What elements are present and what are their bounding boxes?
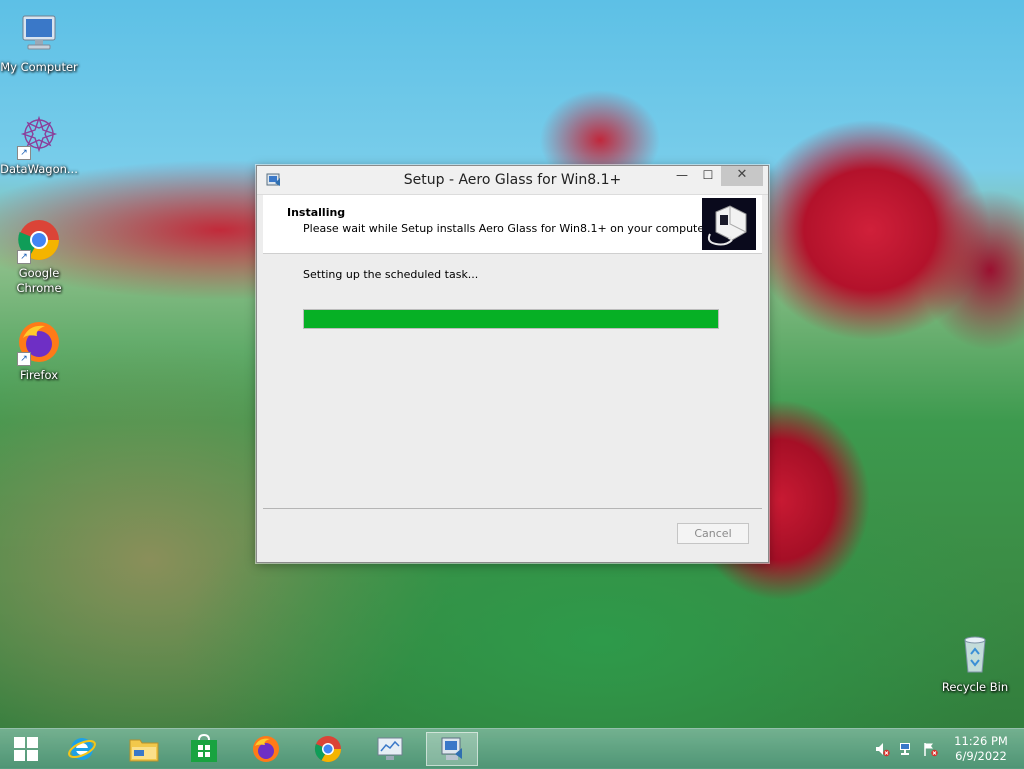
taskbar-setup[interactable] [426,732,478,766]
start-icon [14,737,38,761]
taskbar-clock[interactable]: 11:26 PM 6/9/2022 [946,734,1016,764]
close-button[interactable]: ✕ [721,166,763,186]
desktop-icon-label: Google Chrome [16,266,62,295]
wizard-header: Installing Please wait while Setup insta… [263,195,762,254]
desktop-icon-google-chrome[interactable]: ↗ Google Chrome [0,216,78,296]
network-icon[interactable] [898,741,914,757]
desktop-icon-label: My Computer [0,60,78,74]
shortcut-arrow-icon: ↗ [17,250,31,264]
wizard-content: Setting up the scheduled task... [263,254,762,508]
wizard-subheading: Please wait while Setup installs Aero Gl… [303,222,712,235]
desktop-icon-recycle-bin[interactable]: Recycle Bin [936,630,1014,695]
desktop-icon-datawagon[interactable]: ↗ DataWagon... [0,112,78,177]
store-icon [191,734,217,762]
desktop-icon-label: Recycle Bin [941,680,1009,694]
firefox-icon: ↗ [15,318,63,366]
window-titlebar[interactable]: Setup - Aero Glass for Win8.1+ — ☐ ✕ [257,166,768,195]
internet-explorer-icon [68,738,96,760]
taskbar: 11:26 PM 6/9/2022 [0,728,1024,769]
cancel-button[interactable]: Cancel [677,523,749,544]
minimize-button[interactable]: — [669,166,695,186]
taskbar-store[interactable] [178,732,230,766]
install-status-text: Setting up the scheduled task... [303,268,479,281]
desktop-icon-firefox[interactable]: ↗ Firefox [0,318,78,383]
action-center-flag-icon[interactable] [922,741,938,757]
firefox-icon [253,736,279,762]
setup-icon [441,737,462,760]
recycle-bin-icon [951,630,999,678]
chrome-icon [314,736,342,763]
progress-fill [304,310,718,328]
taskbar-firefox[interactable] [240,732,292,766]
desktop-icon-label: Firefox [19,368,59,382]
computer-icon [15,10,63,58]
file-explorer-icon [129,739,159,762]
desktop-icon-my-computer[interactable]: My Computer [0,10,78,75]
footer-divider [263,508,762,509]
setup-window[interactable]: Setup - Aero Glass for Win8.1+ — ☐ ✕ Ins… [256,165,769,563]
taskbar-chrome[interactable] [302,732,354,766]
volume-muted-icon[interactable] [874,741,890,757]
clock-time: 11:26 PM [954,734,1008,748]
install-progress-bar [303,309,719,329]
desktop-icon-label: DataWagon... [0,162,78,176]
installer-computer-icon [702,198,756,250]
taskbar-monitor-app[interactable] [364,732,416,766]
chrome-icon: ↗ [15,216,63,264]
shortcut-arrow-icon: ↗ [17,146,31,160]
clock-date: 6/9/2022 [955,749,1007,763]
maximize-button[interactable]: ☐ [695,166,721,186]
wizard-heading: Installing [287,206,346,219]
taskbar-internet-explorer[interactable] [56,732,108,766]
shortcut-arrow-icon: ↗ [17,352,31,366]
datawagon-icon: ↗ [15,112,63,160]
start-button[interactable] [0,732,52,766]
taskbar-file-explorer[interactable] [118,732,170,766]
monitor-app-icon [377,737,403,760]
